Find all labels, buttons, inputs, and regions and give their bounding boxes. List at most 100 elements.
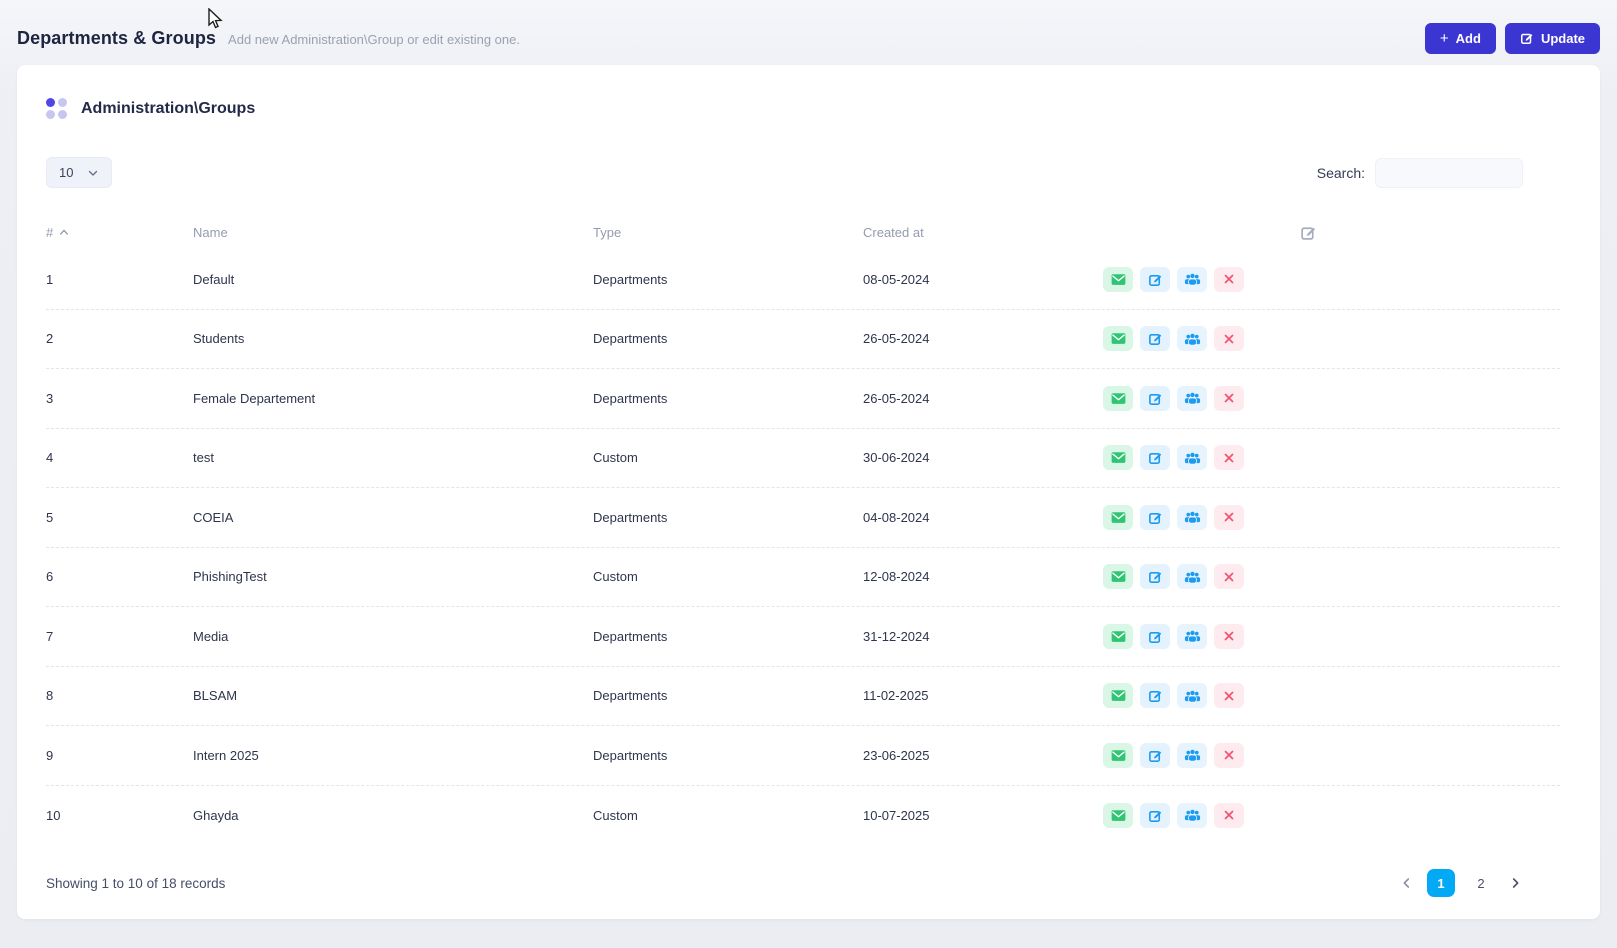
table-row: 4 test Custom 30-06-2024 [46,429,1560,488]
send-mail-button[interactable] [1103,445,1133,471]
delete-group-button[interactable] [1214,504,1244,530]
row-type: Custom [593,450,638,466]
x-icon [1224,691,1234,701]
edit-group-button[interactable] [1140,683,1170,709]
send-mail-button[interactable] [1103,385,1133,411]
delete-group-button[interactable] [1214,385,1244,411]
table-row: 10 Ghayda Custom 10-07-2025 [46,786,1560,846]
column-header-created-at[interactable]: Created at [863,225,1103,240]
row-name: PhishingTest [193,569,267,585]
page-button-1[interactable]: 1 [1427,869,1455,897]
row-name: Intern 2025 [193,747,259,763]
x-icon [1224,750,1234,760]
group-members-button[interactable] [1177,385,1207,411]
search-label: Search: [1316,164,1365,181]
envelope-icon [1111,809,1125,821]
row-id: 2 [46,331,54,347]
send-mail-button[interactable] [1103,564,1133,590]
pen-square-icon [1148,691,1161,703]
column-header-id[interactable]: # [46,225,193,240]
page-button-2[interactable]: 2 [1467,869,1495,897]
envelope-icon [1111,690,1125,702]
edit-group-button[interactable] [1140,445,1170,471]
delete-group-button[interactable] [1214,742,1244,768]
send-mail-button[interactable] [1103,266,1133,292]
row-type: Departments [593,688,668,704]
update-button[interactable]: Update [1504,22,1600,54]
row-id: 5 [46,509,54,525]
delete-group-button[interactable] [1214,564,1244,590]
x-icon [1224,334,1234,344]
chevron-down-icon [87,167,99,179]
previous-page-button[interactable] [1399,875,1415,891]
grid-dots-icon [46,98,67,119]
x-icon [1224,453,1234,463]
users-icon [1184,393,1200,405]
row-created-at: 23-06-2025 [863,747,930,763]
delete-group-button[interactable] [1214,266,1244,292]
table-row: 5 COEIA Departments 04-08-2024 [46,488,1560,548]
row-name: Female Departement [193,390,316,406]
add-button-label: Add [1455,30,1481,46]
edit-group-button[interactable] [1140,623,1170,649]
send-mail-button[interactable] [1103,326,1133,352]
top-header: Departments & Groups Add new Administrat… [0,0,1617,56]
column-header-actions[interactable] [1103,224,1560,241]
delete-group-button[interactable] [1214,445,1244,471]
group-members-button[interactable] [1177,564,1207,590]
envelope-icon [1111,630,1125,642]
table-row: 3 Female Departement Departments 26-05-2… [46,369,1560,429]
row-type: Departments [593,331,668,347]
group-members-button[interactable] [1177,623,1207,649]
edit-group-button[interactable] [1140,742,1170,768]
delete-group-button[interactable] [1214,623,1244,649]
pen-square-icon [1148,631,1161,643]
users-icon [1184,631,1200,643]
group-members-button[interactable] [1177,742,1207,768]
card-title: Administration\Groups [81,99,256,117]
edit-group-button[interactable] [1140,385,1170,411]
delete-group-button[interactable] [1214,326,1244,352]
pen-square-icon [1148,750,1161,762]
row-id: 3 [46,390,54,406]
group-members-button[interactable] [1177,445,1207,471]
groups-card: Administration\Groups 10 Search: # Name … [17,65,1600,919]
x-icon [1224,512,1234,522]
row-id: 1 [46,271,54,287]
send-mail-button[interactable] [1103,742,1133,768]
delete-group-button[interactable] [1214,802,1244,828]
search-input[interactable] [1375,157,1523,188]
edit-group-button[interactable] [1140,266,1170,292]
edit-group-button[interactable] [1140,326,1170,352]
row-created-at: 10-07-2025 [863,807,930,823]
group-members-button[interactable] [1177,326,1207,352]
group-members-button[interactable] [1177,683,1207,709]
table-body: 1 Default Departments 08-05-2024 2 Stude… [46,250,1560,845]
column-header-type[interactable]: Type [593,225,863,240]
group-members-button[interactable] [1177,266,1207,292]
edit-group-button[interactable] [1140,564,1170,590]
send-mail-button[interactable] [1103,504,1133,530]
add-button[interactable]: + Add [1424,22,1496,54]
plus-icon: + [1439,29,1449,47]
page-size-select[interactable]: 10 [46,157,113,188]
row-id: 4 [46,450,54,466]
delete-group-button[interactable] [1214,683,1244,709]
edit-group-button[interactable] [1140,802,1170,828]
group-members-button[interactable] [1177,802,1207,828]
send-mail-button[interactable] [1103,623,1133,649]
edit-group-button[interactable] [1140,504,1170,530]
send-mail-button[interactable] [1103,802,1133,828]
table-row: 6 PhishingTest Custom 12-08-2024 [46,548,1560,607]
column-header-name[interactable]: Name [193,225,593,240]
row-type: Departments [593,747,668,763]
send-mail-button[interactable] [1103,683,1133,709]
next-page-button[interactable] [1507,875,1523,891]
envelope-icon [1111,392,1125,404]
users-icon [1184,750,1200,762]
pen-square-icon [1148,274,1161,286]
users-icon [1184,571,1200,584]
group-members-button[interactable] [1177,504,1207,530]
row-id: 7 [46,628,54,644]
pen-square-icon [1148,512,1161,524]
